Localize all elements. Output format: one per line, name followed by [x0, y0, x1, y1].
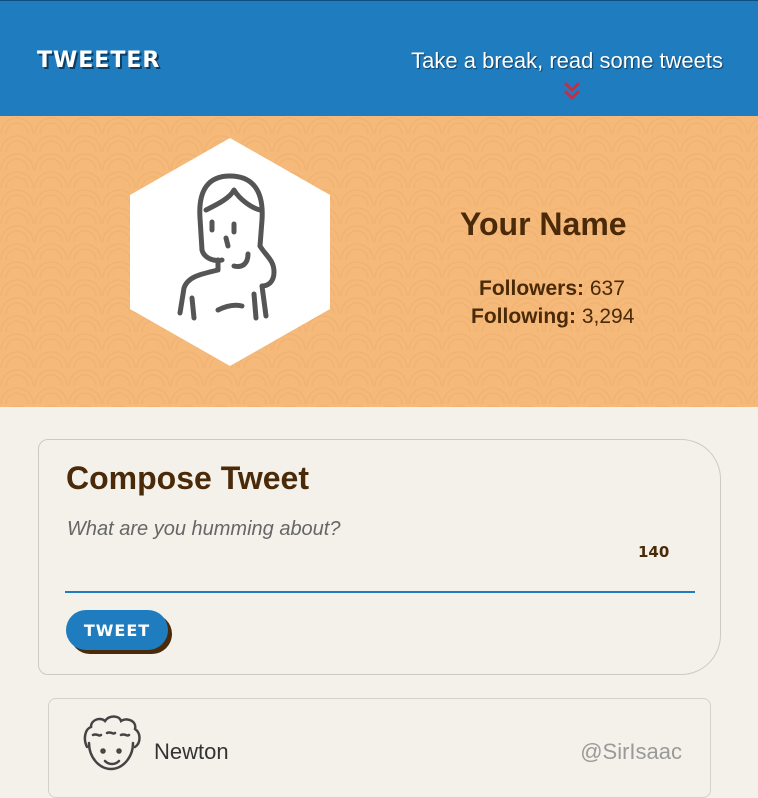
brand-logo[interactable]: TWEETER	[37, 48, 160, 73]
character-counter: 140	[638, 543, 670, 561]
user-avatar-icon	[130, 138, 330, 366]
nav-tagline: Take a break, read some tweets	[411, 48, 723, 73]
profile-name: Your Name	[460, 206, 627, 242]
double-chevron-down-icon[interactable]	[561, 80, 583, 102]
tweet-input[interactable]	[65, 516, 695, 593]
compose-tweet-panel: Compose Tweet 140 TWEET	[38, 439, 721, 675]
followers-count: 637	[589, 277, 625, 300]
tweet-button[interactable]: TWEET	[66, 610, 168, 650]
tweet-card: Newton @SirIsaac	[48, 698, 711, 798]
tweet-author-name[interactable]: Newton	[154, 739, 229, 765]
tweet-author-handle[interactable]: @SirIsaac	[580, 739, 682, 765]
compose-title: Compose Tweet	[66, 460, 309, 496]
following-count: 3,294	[581, 305, 635, 328]
followers-stat: Followers: 637	[479, 277, 625, 301]
top-nav: TWEETER Take a break, read some tweets	[0, 0, 758, 116]
followers-label: Followers:	[479, 277, 585, 300]
following-label: Following:	[471, 305, 576, 328]
profile-banner	[0, 116, 758, 407]
following-stat: Following: 3,294	[471, 305, 634, 329]
curly-hair-avatar-icon	[83, 715, 141, 771]
